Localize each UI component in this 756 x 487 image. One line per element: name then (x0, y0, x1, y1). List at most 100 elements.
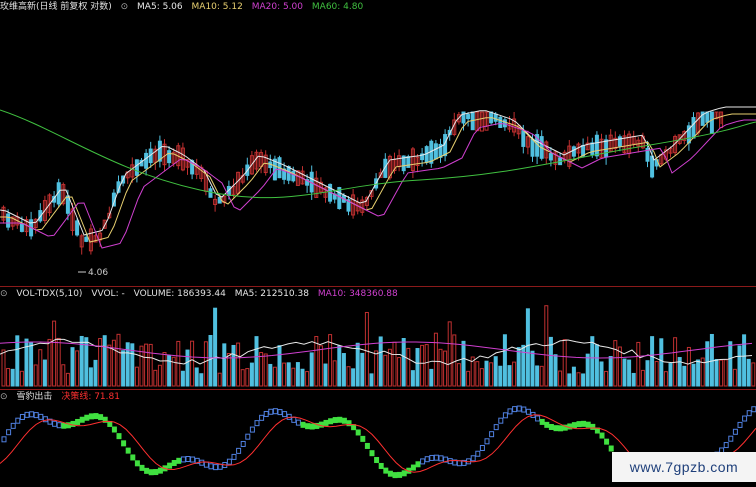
indicator-block (723, 442, 729, 449)
candle-body (498, 116, 503, 128)
volume-bar (318, 345, 323, 387)
volume-bar (134, 366, 139, 387)
indicator-block (498, 417, 504, 424)
indicator-block (328, 418, 334, 425)
volume-bar (714, 358, 719, 387)
indicator-block (479, 444, 485, 451)
indicator-block (268, 408, 274, 415)
indicator-block (309, 423, 315, 430)
volume-bar (254, 336, 259, 387)
volume-bar (153, 369, 158, 387)
volume-bar (231, 344, 236, 387)
volume-bar (337, 345, 342, 387)
volume-bar (535, 365, 540, 387)
candle-body (709, 111, 714, 134)
indicator-block (604, 438, 610, 445)
volume-bar (291, 367, 296, 387)
candle-body (134, 159, 139, 176)
volume-bar (622, 358, 627, 387)
volume-bar (272, 366, 277, 387)
volume-bar (617, 346, 622, 387)
volume-bar (116, 333, 121, 387)
indicator-block (383, 467, 389, 474)
volume-bar (640, 369, 645, 387)
volume-bar (185, 349, 190, 387)
indicator-block (190, 456, 196, 463)
candle-body (208, 188, 213, 198)
volume-bar (585, 353, 590, 387)
volume-bar (484, 360, 489, 387)
indicator-block (581, 420, 587, 427)
indicator-block (558, 425, 564, 432)
volume-bar (443, 350, 448, 387)
volume-bar (410, 370, 415, 387)
indicator-block (728, 435, 734, 442)
candle-body (337, 187, 342, 210)
indicator-block (111, 426, 117, 433)
volume-bar (75, 350, 80, 387)
indicator-block (332, 417, 338, 424)
indicator-block (360, 435, 366, 442)
indicator-block (282, 411, 288, 418)
volume-bar (751, 362, 756, 387)
indicator-block (355, 429, 361, 436)
volume-bar (521, 344, 526, 387)
ma60-line (0, 109, 756, 199)
candle-body (650, 155, 655, 178)
volume-bar (300, 368, 305, 387)
volume-bar (199, 373, 204, 387)
volume-bar (571, 366, 576, 387)
volume-bar (663, 371, 668, 387)
volume-bar (553, 354, 558, 387)
candle-body (493, 113, 498, 122)
indicator-block (576, 421, 582, 428)
indicator-block (144, 467, 150, 474)
indicator-block (553, 425, 559, 432)
indicator-block (249, 426, 255, 433)
volume-bar (245, 368, 250, 387)
indicator-block (493, 424, 499, 431)
indicator-block (746, 410, 752, 417)
volume-bar (746, 358, 751, 387)
indicator-block (15, 417, 21, 424)
volume-bar (645, 360, 650, 387)
volume-bar (61, 364, 66, 387)
indicator-block (171, 460, 177, 467)
indicator-block (153, 469, 159, 476)
volume-bar (631, 372, 636, 387)
indicator-block (548, 424, 554, 431)
volume-bar (98, 338, 103, 387)
volume-bar (493, 356, 498, 387)
indicator-block (236, 447, 242, 454)
volume-bar (208, 335, 213, 387)
indicator-block (392, 472, 398, 479)
indicator-block (502, 412, 508, 419)
indicator-block (544, 421, 550, 428)
volume-bar (742, 334, 747, 387)
candle-body (84, 236, 89, 242)
volume-bar (479, 368, 484, 387)
indicator-block (484, 438, 490, 445)
volume-bar (650, 336, 655, 387)
volume-bar (148, 343, 153, 387)
volume-bar (659, 338, 664, 387)
candle-body (705, 111, 710, 123)
indicator-block (121, 440, 127, 447)
indicator-block (305, 423, 311, 430)
candle-body (581, 144, 586, 157)
indicator-block (737, 421, 743, 428)
indicator-block (456, 460, 462, 467)
volume-bar (489, 362, 494, 387)
volume-bar (686, 346, 691, 387)
indicator-block (429, 454, 435, 461)
indicator-block (378, 462, 384, 469)
indicator-block (75, 418, 81, 425)
indicator-block (98, 414, 104, 421)
volume-bar (696, 359, 701, 387)
indicator-block (397, 471, 403, 478)
volume-bar (10, 368, 15, 387)
chart-canvas[interactable]: 4.06 (0, 0, 756, 487)
volume-bar (268, 363, 273, 387)
indicator-block (24, 411, 30, 418)
indicator-block (295, 419, 301, 426)
